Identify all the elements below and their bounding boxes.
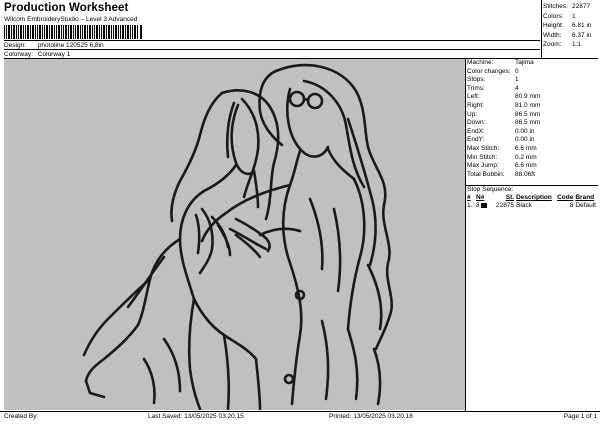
machine-row: Min Stitch: 0.2 mm: [467, 154, 597, 163]
design-preview[interactable]: [4, 59, 465, 410]
col-code: Code: [557, 194, 574, 201]
machine-label: Max Jump:: [467, 162, 499, 170]
machine-value: 86.5 mm: [515, 119, 541, 127]
printed-date: Printed: 13/05/2025 03.20.18: [329, 413, 413, 420]
machine-row: Max Jump: 6.6 mm: [467, 162, 597, 171]
stat-row: Colors: 1: [543, 12, 599, 22]
page-number: Page 1 of 1: [563, 413, 597, 420]
machine-value: Tajima: [515, 59, 534, 66]
row-description: Black: [516, 202, 532, 209]
machine-label: Left:: [467, 93, 480, 101]
machine-row: Total Bobbin: 88.06ft: [467, 171, 597, 180]
table-row[interactable]: 1. 8 22875 Black 8 Default: [467, 202, 598, 210]
row-n: 8: [476, 202, 496, 210]
header-divider: [4, 49, 540, 50]
machine-value: 6.6 mm: [515, 144, 537, 152]
machine-value: 4: [515, 84, 519, 92]
last-saved: Last Saved: 13/05/2025 03.20.15: [148, 413, 244, 420]
stat-label: Colors:: [543, 12, 564, 20]
stat-label: Width:: [543, 31, 562, 39]
design-row: Design: photoline 120525 6,8in: [4, 42, 104, 49]
table-header-row: # N# St. Description Code Brand: [467, 194, 598, 202]
machine-row: Right: 81.0 mm: [467, 102, 597, 111]
worksheet-header: Production Worksheet Wilcom EmbroiderySt…: [0, 0, 600, 59]
stat-label: Height:: [543, 22, 564, 29]
machine-row: Color changes: 0: [467, 68, 597, 77]
col-n: N#: [476, 194, 485, 201]
machine-value: 1: [515, 76, 519, 84]
stat-value: 1:1: [572, 41, 582, 48]
machine-label: Machine:: [467, 59, 494, 66]
page-title: Production Worksheet: [4, 2, 129, 14]
col-num: #: [467, 194, 471, 201]
row-n-value: 8: [476, 202, 480, 209]
machine-value: 0.00 in: [515, 136, 535, 144]
created-by: Created By:: [4, 413, 39, 420]
machine-row: Down: 86.5 mm: [467, 119, 597, 128]
thread-color-swatch: [481, 202, 488, 208]
machine-label: Min Stitch:: [467, 153, 498, 161]
stat-value: 6.81 in: [572, 22, 592, 29]
embroidery-design: [82, 63, 393, 410]
stats-divider: [541, 0, 542, 58]
machine-value: 0.2 mm: [515, 153, 537, 161]
col-st: St.: [505, 194, 515, 201]
machine-row: Stops: 1: [467, 76, 597, 85]
design-value: photoline 120525 6,8in: [37, 42, 104, 49]
machine-row: EndY: 0.00 in: [467, 136, 597, 145]
machine-label: Down:: [467, 119, 486, 127]
colorway-row: Colorway: Colorway 1: [4, 51, 70, 58]
design-stats: Stitches: 22877 Colors: 1 Height: 6.81 in W…: [543, 2, 599, 50]
machine-label: Max Stitch:: [467, 144, 500, 152]
machine-value: 6.6 mm: [515, 162, 537, 170]
machine-value: 80.9 mm: [515, 93, 541, 101]
machine-row: Left: 80.9 mm: [467, 93, 597, 102]
machine-value: 86.5 mm: [515, 110, 541, 118]
machine-label: Up:: [467, 110, 478, 118]
stat-value: 6.37 in: [572, 31, 592, 39]
row-num: 1.: [467, 202, 473, 209]
panel-divider: [465, 58, 466, 411]
stop-sequence-table: # N# St. Description Code Brand 1. 8 228…: [467, 194, 598, 210]
machine-label: EndY:: [467, 136, 485, 144]
machine-label: Color changes:: [467, 67, 511, 75]
col-description: Description: [516, 194, 552, 201]
machine-label: Stops:: [467, 76, 486, 84]
stat-row: Stitches: 22877: [543, 2, 599, 12]
stat-label: Zoom:: [543, 41, 562, 48]
machine-row: Trims: 4: [467, 85, 597, 94]
stat-row: Height: 6.81 in: [543, 21, 599, 31]
machine-label: Right:: [467, 101, 484, 109]
machine-row: Machine: Tajima: [467, 59, 597, 68]
stat-label: Stitches:: [543, 3, 568, 10]
stop-sequence: Stop Sequence: # N# St. Description Code…: [467, 186, 598, 210]
machine-label: Trims:: [467, 84, 485, 92]
machine-value: 0: [515, 67, 519, 75]
machine-value: 88.06ft: [515, 170, 535, 178]
machine-row: Max Stitch: 6.6 mm: [467, 145, 597, 154]
barcode: [4, 25, 142, 39]
design-label: Design:: [4, 42, 27, 49]
row-st: 22875: [496, 202, 515, 209]
stat-row: Zoom: 1:1: [543, 40, 599, 50]
stat-value: 1: [572, 12, 576, 20]
col-brand: Brand: [575, 194, 595, 201]
worksheet-footer: Created By: Last Saved: 13/05/2025 03.20…: [0, 412, 600, 424]
machine-label: EndX:: [467, 127, 485, 135]
stat-value: 22877: [572, 3, 591, 10]
machine-row: Up: 86.5 mm: [467, 111, 597, 120]
machine-label: Total Bobbin:: [467, 170, 505, 178]
stat-row: Width: 6.37 in: [543, 31, 599, 41]
machine-row: EndX: 0.00 in: [467, 128, 597, 137]
machine-info: Machine: Tajima Color changes: 0 Stops: 1 T…: [467, 59, 597, 179]
stop-sequence-title: Stop Sequence:: [467, 186, 514, 193]
machine-value: 0.00 in: [515, 127, 535, 135]
machine-value: 81.0 mm: [515, 101, 541, 109]
row-code: 8: [569, 202, 574, 209]
header-divider: [4, 40, 540, 41]
colorway-value: Colorway 1: [37, 51, 71, 58]
colorway-label: Colorway:: [4, 51, 33, 58]
software-subtitle: Wilcom EmbroideryStudio – Level 3 Advanc…: [4, 16, 138, 23]
row-brand: Default: [575, 202, 596, 209]
